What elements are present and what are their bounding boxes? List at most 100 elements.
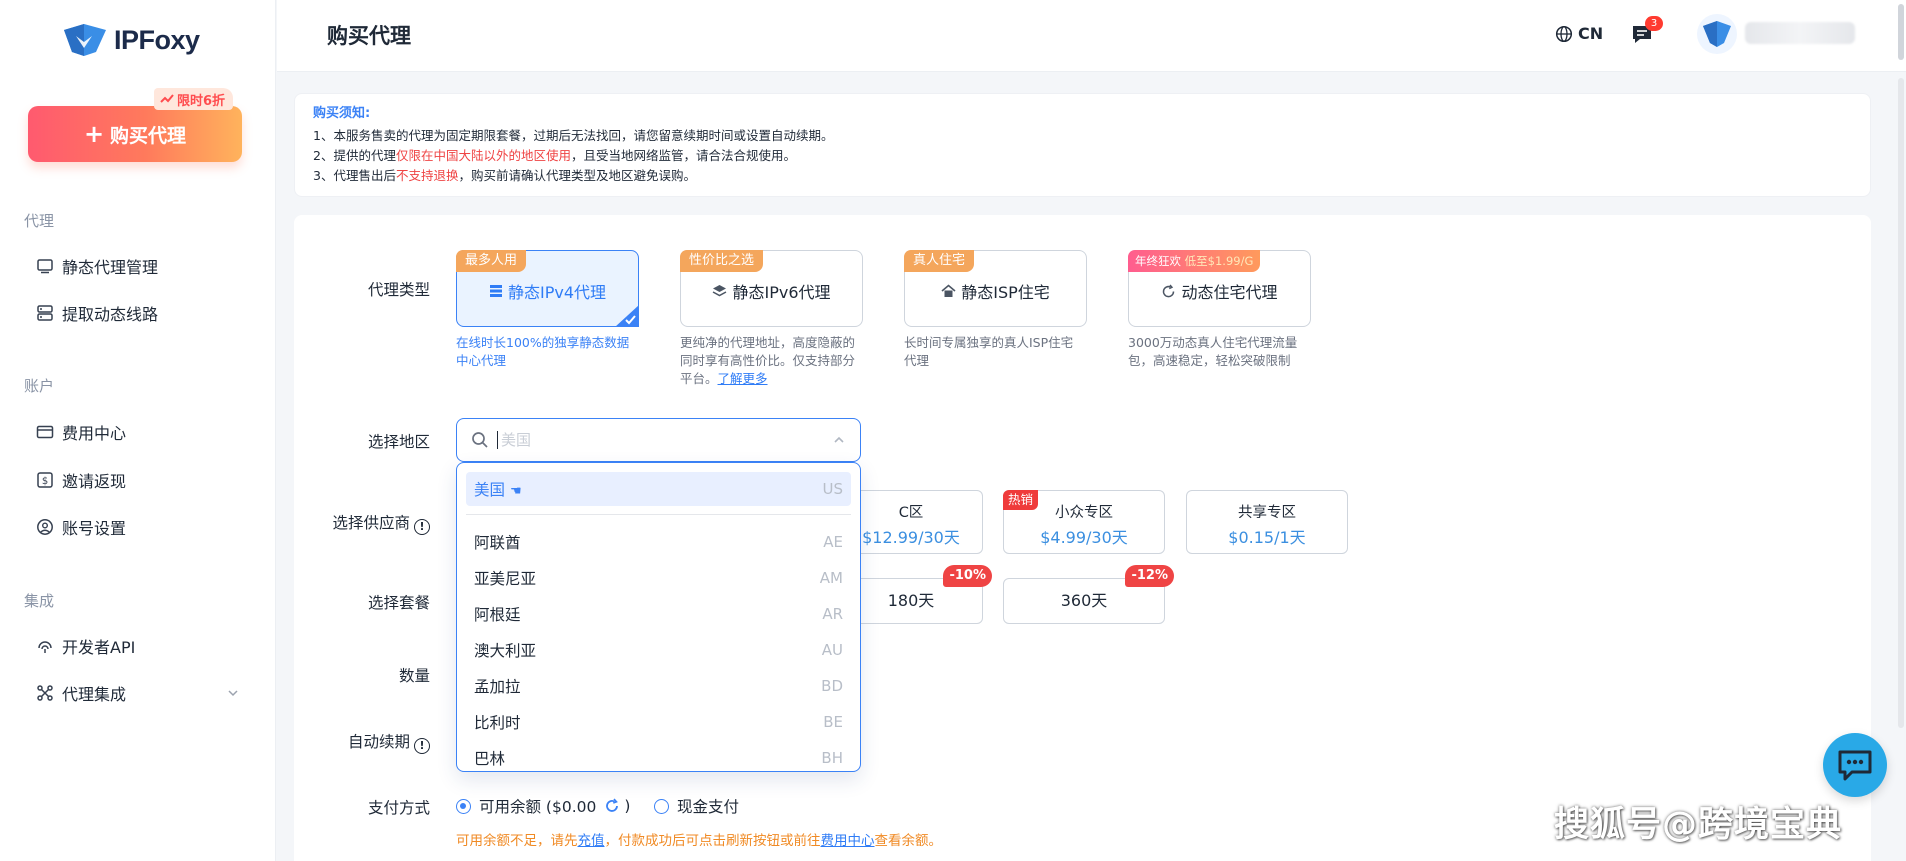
region-option-code: AU: [821, 641, 843, 659]
region-option-code: BD: [821, 677, 843, 695]
plan-option-180[interactable]: 180天 -10%: [840, 565, 992, 624]
hot-badge: 热销: [1003, 490, 1039, 510]
proxy-type-desc: 3000万动态真人住宅代理流量包，高速稳定，轻松突破限制: [1128, 335, 1298, 368]
purchase-notice: 购买须知: 1、本服务售卖的代理为固定期限套餐，过期后无法找回，请您留意续期时间…: [294, 93, 1871, 197]
payment-option-balance[interactable]: 可用余额 ($0.00 ): [456, 795, 630, 817]
supplier-option-niche[interactable]: 热销 小众专区 $4.99/30天: [1003, 490, 1165, 554]
fox-avatar-icon: [1703, 21, 1731, 47]
sidebar-item-label: 静态代理管理: [62, 258, 159, 277]
label-text: 自动续期: [347, 733, 410, 751]
region-option-us[interactable]: 美国 ☚ US: [466, 472, 851, 506]
list-icon: [489, 285, 502, 297]
sidebar-item-billing[interactable]: 费用中心: [36, 418, 246, 446]
plan-option-360[interactable]: 360天 -12%: [1003, 565, 1174, 624]
notice-text: 3、代理售出后: [313, 168, 396, 183]
radio-unselected[interactable]: [654, 798, 669, 814]
cash-label: 现金支付: [677, 798, 740, 816]
payment-hint: 可用余额不足，请先充值，付款成功后可点击刷新按钮或前往费用中心查看余额。: [456, 829, 942, 849]
language-switcher[interactable]: CN: [1555, 24, 1603, 43]
region-option-code: BE: [823, 713, 843, 731]
proxy-type-label: 静态IPv4代理: [507, 283, 607, 302]
info-icon[interactable]: !: [414, 738, 430, 754]
label-region: 选择地区: [367, 433, 430, 451]
supplier-option-c[interactable]: C区 $12.99/30天: [840, 490, 983, 554]
region-option-name: 阿联酋: [474, 534, 521, 552]
proxy-type-title: 静态IPv6代理: [681, 279, 862, 303]
label-payment: 支付方式: [367, 799, 430, 817]
radio-selected[interactable]: [456, 798, 471, 814]
fox-logo-icon: [64, 24, 106, 56]
notice-line-1: 1、本服务售卖的代理为固定期限套餐，过期后无法找回，请您留意续期时间或设置自动续…: [313, 128, 834, 143]
region-option-be[interactable]: 比利时 BE: [466, 705, 851, 739]
sidebar-item-proxy-integration[interactable]: 代理集成: [36, 679, 246, 707]
plan-label: 360天: [1060, 591, 1108, 610]
region-option-au[interactable]: 澳大利亚 AU: [466, 633, 851, 667]
home-icon: [941, 284, 956, 297]
sidebar-item-static-proxy[interactable]: 静态代理管理: [36, 252, 246, 280]
region-dropdown: 美国 ☚ US 阿联酋 AE 亚美尼亚 AM 阿根廷 AR 澳大利亚 AU 孟加拉 BD …: [456, 462, 861, 772]
info-icon[interactable]: !: [414, 519, 430, 535]
notice-highlight: 不支持退换: [395, 168, 459, 183]
label-supplier: 选择供应商!: [270, 511, 430, 535]
region-option-bh[interactable]: 巴林 BH: [466, 741, 851, 771]
sidebar-item-referral[interactable]: $ 邀请返现: [36, 466, 246, 494]
region-option-code: AR: [822, 605, 843, 623]
selected-check-icon: [615, 305, 639, 327]
page-title: 购买代理: [327, 24, 411, 48]
server-icon: [37, 305, 53, 321]
sidebar-item-dynamic-lines[interactable]: 提取动态线路: [36, 299, 246, 327]
proxy-type-isp[interactable]: 真人住宅 静态ISP住宅: [904, 250, 1087, 327]
hint-text: 查看余额。: [874, 833, 943, 849]
notice-line-2: 2、提供的代理仅限在中国大陆以外的地区使用，且受当地网络监管，请合法合规使用。: [313, 146, 1852, 166]
proxy-type-dynamic-residential[interactable]: 年终狂欢 低至$1.99/G 动态住宅代理: [1128, 250, 1311, 327]
trend-icon: [160, 94, 174, 103]
sidebar-item-account-settings[interactable]: 账号设置: [36, 513, 246, 541]
api-icon: [38, 641, 52, 653]
balance-label: 可用余额 ($0.00: [479, 798, 597, 816]
messages-button[interactable]: 3: [1630, 16, 1663, 50]
proxy-type-label: 静态ISP住宅: [961, 283, 1050, 302]
discount-badge: -12%: [1125, 565, 1174, 587]
learn-more-link[interactable]: 了解更多: [718, 371, 768, 386]
chevron-up-icon: [834, 436, 844, 443]
top-header: 购买代理 CN 3: [277, 0, 1906, 72]
region-option-name: 孟加拉: [474, 678, 521, 696]
brand-name: IPFoxy: [114, 24, 200, 55]
region-option-am[interactable]: 亚美尼亚 AM: [466, 561, 851, 595]
supplier-price: $4.99/30天: [1040, 528, 1128, 547]
region-option-ae[interactable]: 阿联酋 AE: [466, 525, 851, 559]
supplier-name: C区: [898, 505, 924, 521]
user-name-blurred[interactable]: [1745, 22, 1855, 44]
language-label: CN: [1578, 24, 1604, 43]
sidebar-item-developer-api[interactable]: 开发者API: [36, 632, 246, 660]
proxy-type-desc: 在线时长100%的独享静态数据中心代理: [456, 335, 630, 368]
page-scrollbar[interactable]: [1898, 78, 1904, 728]
hand-pointer-icon: ☚: [509, 484, 522, 499]
dropdown-divider: [466, 514, 851, 515]
proxy-type-ipv6[interactable]: 性价比之选 静态IPv6代理: [680, 250, 863, 327]
proxy-type-title: 动态住宅代理: [1129, 279, 1310, 303]
support-chat-button[interactable]: [1823, 733, 1887, 797]
card-icon: [36, 425, 54, 439]
brand-logo[interactable]: IPFoxy: [62, 22, 200, 58]
region-option-ar[interactable]: 阿根廷 AR: [466, 597, 851, 631]
avatar[interactable]: [1697, 14, 1737, 54]
user-icon: [37, 519, 53, 535]
notice-highlight: 仅限在中国大陆以外的地区使用: [395, 148, 571, 163]
supplier-option-shared[interactable]: 共享专区 $0.15/1天: [1186, 490, 1348, 554]
hint-text: 可用余额不足，请先: [456, 833, 578, 849]
header-scrollbar[interactable]: [1898, 4, 1904, 60]
region-option-name: 巴林: [474, 750, 506, 768]
proxy-type-title: 静态ISP住宅: [905, 279, 1086, 303]
billing-center-link[interactable]: 费用中心: [821, 833, 875, 849]
hint-text: ，付款成功后可点击刷新按钮或前往: [604, 833, 821, 849]
region-option-bd[interactable]: 孟加拉 BD: [466, 669, 851, 703]
globe-icon: [1555, 25, 1573, 42]
payment-option-cash[interactable]: 现金支付: [654, 795, 739, 817]
buy-proxy-button[interactable]: + 购买代理: [28, 106, 242, 162]
region-search-input[interactable]: 美国: [456, 418, 861, 462]
recharge-link[interactable]: 充值: [578, 833, 605, 849]
sidebar-item-label: 账号设置: [62, 519, 127, 538]
proxy-type-ipv4[interactable]: 最多人用 静态IPv4代理: [456, 250, 639, 327]
refresh-balance-icon[interactable]: [604, 798, 620, 814]
